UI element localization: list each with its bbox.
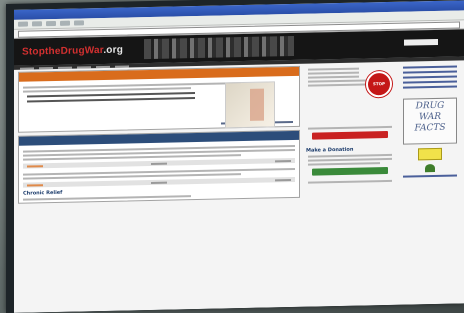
site-search-input[interactable] (404, 38, 438, 46)
middle-sidebar: STOP Make a Donation (304, 64, 396, 307)
logo-tld-text: .org (103, 44, 124, 56)
right-link[interactable] (403, 85, 457, 89)
right-link[interactable] (403, 65, 457, 69)
action-link[interactable] (275, 178, 291, 181)
sidebar-block-title: Make a Donation (306, 146, 354, 154)
sidebar-block-title (306, 190, 394, 192)
text-line (308, 179, 392, 184)
back-button[interactable] (18, 21, 28, 27)
text-line (308, 125, 392, 130)
monitor-frame: StoptheDrugWar.org Chronic Relief STOP M… (6, 0, 464, 313)
text-line (308, 157, 392, 162)
news-thumbnail[interactable] (225, 81, 275, 129)
text-line (308, 79, 373, 83)
dwf-line-3: FACTS (414, 122, 446, 134)
right-link[interactable] (403, 75, 457, 79)
header-photo-strip (144, 35, 294, 60)
right-column: DRUG WAR FACTS (400, 62, 460, 304)
right-link[interactable] (403, 174, 457, 178)
action-link[interactable] (275, 159, 291, 162)
blog-panel-header (19, 130, 299, 146)
latest-news-panel (18, 65, 300, 133)
stop-button[interactable] (46, 20, 56, 27)
refresh-button[interactable] (60, 20, 70, 26)
drug-war-facts-banner[interactable]: DRUG WAR FACTS (403, 97, 457, 145)
main-column: Chronic Relief (18, 65, 300, 313)
page-content: Chronic Relief STOP Make a Donation DRUG… (14, 60, 464, 313)
sign-up-button[interactable] (312, 130, 388, 140)
home-button[interactable] (74, 20, 84, 26)
text-line (308, 162, 380, 166)
comment-link[interactable] (27, 183, 43, 187)
stop-sign-icon[interactable]: STOP (366, 70, 392, 98)
stop-badge-text: STOP (373, 81, 385, 87)
site-logo[interactable]: StoptheDrugWar.org (22, 45, 123, 58)
text-line (308, 67, 359, 71)
right-link[interactable] (403, 80, 457, 84)
footer-link[interactable] (273, 120, 293, 124)
logo-main-text: StoptheDrugWar (22, 44, 104, 58)
action-link[interactable] (151, 162, 167, 165)
action-link[interactable] (151, 181, 167, 184)
browser-window: StoptheDrugWar.org Chronic Relief STOP M… (14, 0, 464, 313)
forward-button[interactable] (32, 21, 42, 27)
comment-link[interactable] (27, 164, 43, 168)
text-line (308, 71, 359, 75)
donate-button[interactable] (312, 166, 388, 176)
right-link[interactable] (403, 70, 457, 74)
text-line (308, 153, 392, 158)
text-line (308, 75, 359, 79)
blog-panel: Chronic Relief (18, 129, 300, 204)
marijuana-leaf-icon[interactable] (418, 147, 442, 161)
plant-icon (425, 164, 435, 173)
latest-news-header (19, 66, 299, 82)
text-line (308, 83, 373, 87)
